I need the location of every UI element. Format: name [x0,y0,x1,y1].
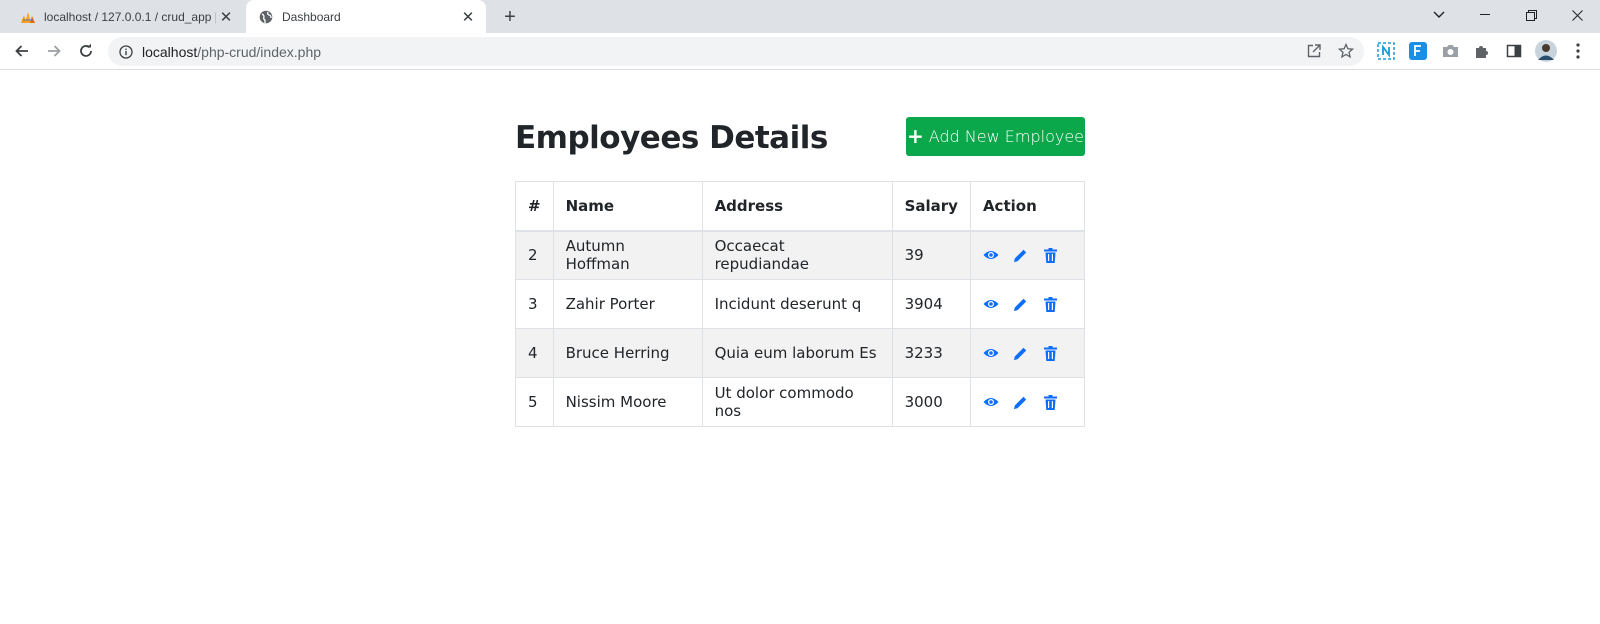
main-content: Employees Details + Add New Employee # N… [515,116,1086,427]
plus-icon: + [906,124,924,148]
cell-id: 4 [515,328,554,378]
puzzle-icon[interactable] [1470,39,1494,63]
close-window-button[interactable] [1554,0,1600,30]
cell-salary: 39 [891,230,971,280]
cell-salary: 3904 [891,279,971,329]
cell-id: 2 [515,230,554,280]
cell-id: 5 [515,377,554,427]
delete-trash-icon[interactable] [1043,247,1059,263]
cell-address: Occaecat repudiandae [701,230,893,280]
share-icon[interactable] [1302,39,1326,63]
edit-pencil-icon[interactable] [1013,247,1029,263]
header-salary: Salary [891,181,971,232]
table-row: 5 Nissim Moore Ut dolor commodo nos 3000 [515,377,1086,427]
view-eye-icon[interactable] [983,247,999,263]
cell-actions [969,230,1086,280]
phpmyadmin-icon [20,9,36,25]
header-address: Address [701,181,893,232]
cell-salary: 3233 [891,328,971,378]
address-bar[interactable]: localhost/php-crud/index.php [108,37,1364,66]
delete-trash-icon[interactable] [1043,394,1059,410]
profile-avatar[interactable] [1534,39,1558,63]
edit-pencil-icon[interactable] [1013,345,1029,361]
new-tab-button[interactable]: + [498,5,522,29]
cell-address: Ut dolor commodo nos [701,377,893,427]
tab-title: Dashboard [282,9,341,24]
tab-phpmyadmin[interactable]: localhost / 127.0.0.1 / crud_app | ✕ [8,0,244,33]
n-extension-icon[interactable] [1374,39,1398,63]
side-panel-icon[interactable] [1502,39,1526,63]
cell-actions [969,279,1086,329]
camera-icon[interactable] [1438,39,1462,63]
cell-name: Nissim Moore [552,377,703,427]
url-path: /php-crud/index.php [197,43,322,60]
table-row: 2 Autumn Hoffman Occaecat repudiandae 39 [515,230,1086,280]
browser-tab-strip: localhost / 127.0.0.1 / crud_app | ✕ Das… [0,0,1600,33]
cell-salary: 3000 [891,377,971,427]
url-host: localhost [142,43,198,60]
delete-trash-icon[interactable] [1043,296,1059,312]
header-number: # [515,181,554,232]
tab-dashboard[interactable]: Dashboard ✕ [246,0,486,33]
table-row: 3 Zahir Porter Incidunt deserunt q 3904 [515,279,1086,329]
info-icon[interactable] [118,44,134,60]
view-eye-icon[interactable] [983,394,999,410]
delete-trash-icon[interactable] [1043,345,1059,361]
minimize-button[interactable] [1462,0,1508,30]
edit-pencil-icon[interactable] [1013,394,1029,410]
cell-name: Zahir Porter [552,279,703,329]
cell-address: Quia eum laborum Es [701,328,893,378]
page-title: Employees Details [515,120,828,156]
close-icon[interactable]: ✕ [216,7,236,27]
table-row: 4 Bruce Herring Quia eum laborum Es 3233 [515,328,1086,378]
reload-button[interactable] [72,37,100,65]
bookmark-star-icon[interactable] [1334,39,1358,63]
cell-name: Autumn Hoffman [552,230,703,280]
cell-actions [969,377,1086,427]
tab-title: localhost / 127.0.0.1 / crud_app | [44,9,216,24]
f-extension-icon[interactable] [1406,39,1430,63]
cell-address: Incidunt deserunt q [701,279,893,329]
table-header-row: # Name Address Salary Action [515,181,1086,232]
cell-name: Bruce Herring [552,328,703,378]
edit-pencil-icon[interactable] [1013,296,1029,312]
forward-button[interactable] [40,37,68,65]
globe-icon [258,9,274,25]
view-eye-icon[interactable] [983,296,999,312]
add-button-label: Add New Employee [928,126,1085,146]
heading-row: Employees Details + Add New Employee [515,116,1085,158]
browser-menu-icon[interactable] [1566,39,1590,63]
cell-id: 3 [515,279,554,329]
header-action: Action [969,181,1086,232]
cell-actions [969,328,1086,378]
url-text: localhost/php-crud/index.php [142,44,321,60]
view-eye-icon[interactable] [983,345,999,361]
employees-table: # Name Address Salary Action 2 Autumn Ho… [515,181,1086,427]
restore-button[interactable] [1508,0,1554,30]
close-icon[interactable]: ✕ [458,7,478,27]
browser-toolbar: localhost/php-crud/index.php [0,33,1600,70]
tab-search-icon[interactable] [1416,0,1462,30]
header-name: Name [552,181,703,232]
back-button[interactable] [8,37,36,65]
add-new-employee-button[interactable]: + Add New Employee [906,116,1085,156]
